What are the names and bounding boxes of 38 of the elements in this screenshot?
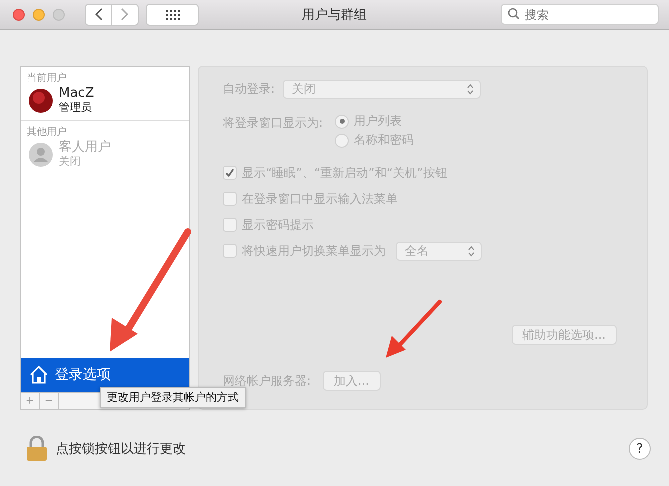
show-all-button[interactable] (146, 4, 199, 26)
avatar-icon (29, 88, 53, 112)
back-button[interactable] (85, 4, 112, 26)
guest-avatar-icon (29, 142, 53, 166)
user-name: 客人用户 (59, 141, 111, 155)
user-role: 关闭 (59, 155, 82, 168)
section-heading: 当前用户 (26, 72, 68, 85)
annotation-arrow (386, 300, 442, 358)
grid-icon (166, 10, 180, 20)
login-options-item[interactable]: 登录选项 (21, 358, 189, 392)
lock-message: 点按锁按钮以进行更改 (56, 441, 186, 458)
stepper-icon (467, 84, 474, 94)
help-button[interactable]: ? (629, 438, 651, 460)
auto-login-label: 自动登录: (223, 80, 276, 98)
network-server-label: 网络帐户服务器: (223, 372, 312, 390)
user-name: MacZ (59, 87, 94, 101)
zoom-button[interactable] (53, 8, 65, 20)
display-as-label: 将登录窗口显示为: (223, 115, 324, 132)
checkbox-label: 显示密码提示 (242, 216, 314, 234)
stepper-icon (468, 246, 475, 256)
window-title: 用户与群组 (302, 8, 367, 22)
radio-label: 名称和密码 (354, 132, 414, 149)
user-row[interactable]: MacZ 管理员 (21, 85, 189, 116)
tooltip: 更改用户登录其帐户的方式 (100, 387, 246, 408)
checkbox-label: 将快速用户切换菜单显示为 (242, 242, 386, 260)
checkbox-label: 显示“睡眠”、“重新启动”和“关机”按钮 (242, 164, 448, 182)
house-icon (29, 365, 49, 385)
user-role: 管理员 (59, 101, 93, 114)
search-field[interactable]: 搜索 (501, 4, 659, 25)
section-heading: 其他用户 (26, 126, 68, 139)
close-button[interactable] (13, 8, 25, 20)
chevron-right-icon (121, 8, 129, 21)
checkmark-icon (225, 168, 235, 178)
radio-label: 用户列表 (354, 113, 402, 130)
minimize-button[interactable] (33, 8, 45, 20)
chevron-left-icon (94, 8, 102, 21)
checkbox-label: 在登录窗口中显示输入法菜单 (242, 190, 398, 208)
lock-icon (26, 436, 48, 462)
